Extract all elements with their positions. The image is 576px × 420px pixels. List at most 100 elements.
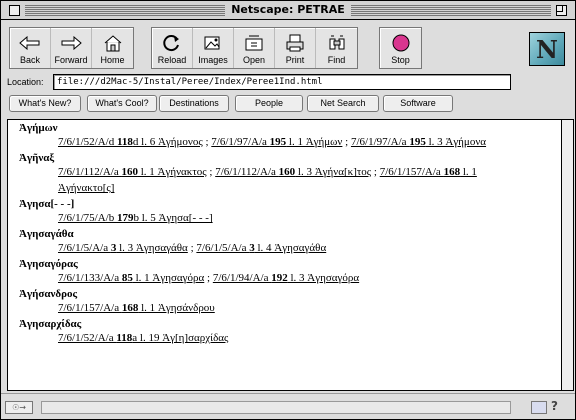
forward-button[interactable]: Forward — [51, 28, 92, 68]
reference-separator: ; — [206, 166, 216, 178]
location-label: Location: — [7, 77, 44, 87]
netscape-logo: N — [529, 32, 565, 66]
find-button-label: Find — [327, 55, 346, 65]
location-bar: Location: file:///d2Mac-5/Instal/Peree/I… — [1, 73, 575, 93]
images-button[interactable]: Images — [193, 28, 234, 68]
reference-number: 192 — [271, 272, 288, 284]
reference-link[interactable]: 7/6/1/94/A/a 192 l. 3 Ἀγησαγόρα — [213, 272, 359, 284]
reference-link[interactable]: 7/6/1/133/A/a 85 l. 1 Ἀγησαγόρα — [58, 272, 204, 284]
location-input[interactable]: file:///d2Mac-5/Instal/Peree/Index/Peree… — [53, 74, 511, 90]
entry-references: 7/6/1/112/A/a 160 l. 1 Ἀγήνακτος ; 7/6/1… — [16, 164, 561, 180]
page-content: Ἀγήμων 7/6/1/52/A/d 118d l. 6 Ἀγήμονος ; … — [7, 119, 562, 391]
reference-number: 3 — [110, 242, 117, 254]
print-button-label: Print — [285, 55, 305, 65]
directory-button-people[interactable]: People — [235, 95, 303, 112]
entry-headword: Ἀγήσανδρος — [19, 288, 78, 300]
reference-link[interactable]: 7/6/1/97/A/a 195 l. 1 Ἀγήμων — [211, 136, 342, 148]
reference-number: 160 — [278, 166, 296, 178]
help-icon[interactable]: ? — [551, 399, 565, 415]
index-entry: Ἀγήμων 7/6/1/52/A/d 118d l. 6 Ἀγήμονος ; … — [8, 122, 561, 150]
entry-references: 7/6/1/75/A/b 179b l. 5 Ἀγησα[- - -] — [16, 210, 561, 226]
reference-link[interactable]: 7/6/1/5/A/a 3 l. 4 Ἀγησαγάθα — [196, 242, 326, 254]
reload-button[interactable]: Reload — [152, 28, 193, 68]
reference-link[interactable]: 7/6/1/157/A/a 168 l. 1 — [380, 166, 477, 178]
entry-headword: Ἀγησαγάθα — [19, 228, 74, 240]
forward-button-label: Forward — [54, 55, 88, 65]
open-button-label: Open — [242, 55, 266, 65]
index-entry: Ἀγήσανδρος 7/6/1/157/A/a 168 l. 1 Ἀγησάνδ… — [8, 288, 561, 316]
entry-headword: Ἀγησα[- - -] — [19, 198, 75, 210]
reload-button-label: Reload — [157, 55, 187, 65]
home-button-label: Home — [100, 55, 125, 65]
reference-number: 168 — [443, 166, 461, 178]
reference-number: 179 — [116, 212, 134, 224]
directory-button-destinations[interactable]: Destinations — [159, 95, 229, 112]
entry-headword: Ἀγήμων — [19, 122, 58, 134]
back-button[interactable]: Back — [10, 28, 51, 68]
directory-button-net-search[interactable]: Net Search — [307, 95, 379, 112]
index-entry: Ἀγησα[- - -] 7/6/1/75/A/b 179b l. 5 Ἀγησα… — [8, 198, 561, 226]
stop-button[interactable]: Stop — [380, 28, 421, 68]
window-title: Netscape: PETRAE — [225, 3, 351, 16]
index-entry: Ἀγησαγόρας 7/6/1/133/A/a 85 l. 1 Ἀγησαγόρ… — [8, 258, 561, 286]
entry-references: Ἀγήνακτο[ς] — [16, 180, 561, 196]
status-bar: ☉→ ? — [1, 393, 575, 419]
reference-number: 160 — [121, 166, 138, 178]
reference-number: 195 — [269, 136, 287, 148]
reference-link[interactable]: Ἀγήνακτο[ς] — [58, 182, 114, 194]
forward-arrow-icon — [60, 33, 82, 53]
stop-icon — [390, 33, 412, 53]
reference-link[interactable]: 7/6/1/157/A/a 168 l. 1 Ἀγησάνδρου — [58, 302, 215, 314]
entry-references: 7/6/1/52/A/d 118d l. 6 Ἀγήμονος ; 7/6/1/… — [16, 134, 561, 150]
entry-references: 7/6/1/157/A/a 168 l. 1 Ἀγησάνδρου — [16, 300, 561, 316]
reload-icon — [161, 33, 183, 53]
vertical-scrollbar[interactable] — [562, 119, 574, 391]
mail-icon[interactable] — [531, 401, 547, 414]
images-icon — [202, 33, 224, 53]
reference-number: 195 — [409, 136, 426, 148]
zoom-box[interactable] — [556, 5, 567, 16]
home-button[interactable]: Home — [92, 28, 133, 68]
entry-references: 7/6/1/133/A/a 85 l. 1 Ἀγησαγόρα ; 7/6/1/… — [16, 270, 561, 286]
browser-window: Netscape: PETRAE Back Forward Home Reload I… — [0, 0, 576, 420]
reference-separator: ; — [371, 166, 380, 178]
directory-button-software[interactable]: Software — [383, 95, 453, 112]
entry-headword: Ἀγῆναξ — [19, 152, 55, 164]
toolbar: Back Forward Home Reload Images Open Print Fin… — [1, 21, 575, 73]
reference-link[interactable]: 7/6/1/52/A/d 118d l. 6 Ἀγήμονος — [58, 136, 203, 148]
toolbar-navigation-group: Back Forward Home — [9, 27, 134, 69]
reference-link[interactable]: 7/6/1/5/A/a 3 l. 3 Ἀγησαγάθα — [58, 242, 188, 254]
reference-separator: ; — [202, 136, 212, 148]
entry-headword: Ἀγησαρχίδας — [19, 318, 82, 330]
reference-link[interactable]: 7/6/1/97/A/a 195 l. 3 Ἀγήμονα — [351, 136, 486, 148]
print-button[interactable]: Print — [275, 28, 316, 68]
reference-number: 168 — [121, 302, 139, 314]
directory-button-what-s-new[interactable]: What's New? — [9, 95, 81, 112]
reference-number: 3 — [249, 242, 255, 254]
find-button[interactable]: Find — [316, 28, 357, 68]
entry-references: 7/6/1/5/A/a 3 l. 3 Ἀγησαγάθα ; 7/6/1/5/A… — [16, 240, 561, 256]
toolbar-stop-group: Stop — [379, 27, 422, 69]
reference-number: 85 — [121, 272, 133, 284]
netscape-logo-letter: N — [536, 34, 558, 64]
directory-buttons: What's New? What's Cool? Destinations Peopl… — [1, 95, 575, 115]
open-icon — [243, 33, 265, 53]
directory-button-what-s-cool[interactable]: What's Cool? — [87, 95, 157, 112]
open-button[interactable]: Open — [234, 28, 275, 68]
reference-link[interactable]: 7/6/1/112/A/a 160 l. 1 Ἀγήνακτος — [58, 166, 207, 178]
reference-separator: ; — [342, 136, 351, 148]
print-icon — [284, 33, 306, 53]
toolbar-actions-group: Reload Images Open Print Find — [151, 27, 358, 69]
reference-link[interactable]: 7/6/1/112/A/a 160 l. 3 Ἀγήνα[κ]τος — [215, 166, 371, 178]
reference-number: 118 — [116, 332, 133, 344]
index-entry: Ἀγησαγάθα 7/6/1/5/A/a 3 l. 3 Ἀγησαγάθα ; … — [8, 228, 561, 256]
find-icon — [326, 33, 348, 53]
index-entry: Ἀγῆναξ 7/6/1/112/A/a 160 l. 1 Ἀγήνακτος ;… — [8, 152, 561, 196]
reference-link[interactable]: 7/6/1/75/A/b 179b l. 5 Ἀγησα[- - -] — [58, 212, 213, 224]
reference-separator: ; — [204, 272, 213, 284]
entry-headword: Ἀγησαγόρας — [19, 258, 78, 270]
reference-link[interactable]: 7/6/1/52/A/a 118a l. 19 Ἀγ[η]σαρχίδας — [58, 332, 228, 344]
status-text — [41, 401, 511, 414]
title-bar[interactable]: Netscape: PETRAE — [1, 1, 575, 20]
security-key-icon[interactable]: ☉→ — [5, 401, 33, 414]
